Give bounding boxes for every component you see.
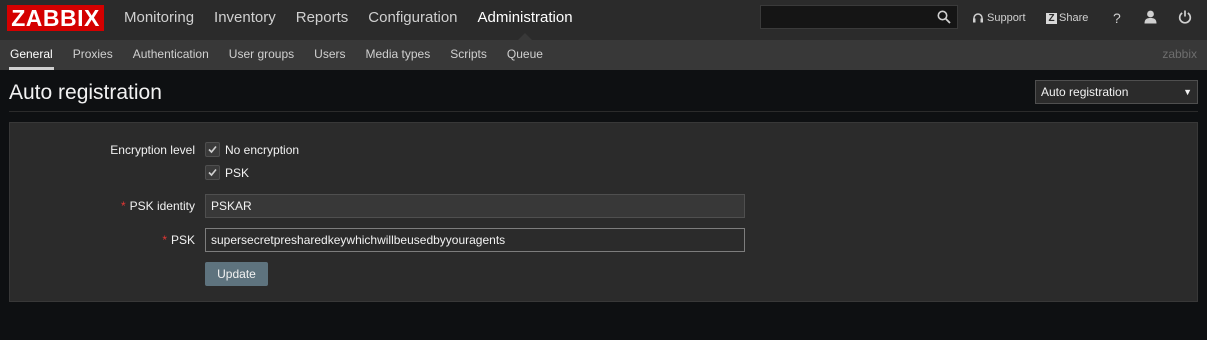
page-title: Auto registration	[9, 81, 162, 104]
sub-menu: General Proxies Authentication User grou…	[0, 40, 553, 70]
sub-menu-media-types[interactable]: Media types	[356, 40, 441, 70]
psk-identity-label-text: PSK identity	[129, 199, 195, 213]
top-navigation-bar: ZABBIX Monitoring Inventory Reports Conf…	[0, 0, 1207, 40]
required-mark: *	[162, 233, 167, 247]
checkmark-icon	[208, 168, 217, 177]
help-icon[interactable]: ?	[1113, 11, 1121, 25]
sub-menu-general[interactable]: General	[0, 40, 63, 70]
main-menu-inventory[interactable]: Inventory	[204, 0, 286, 40]
server-name: zabbix	[1162, 47, 1197, 61]
sub-menu-authentication[interactable]: Authentication	[123, 40, 219, 70]
no-encryption-label[interactable]: No encryption	[225, 142, 299, 158]
search-icon[interactable]	[937, 10, 951, 24]
support-label: Support	[987, 12, 1026, 24]
page-selector-dropdown[interactable]: Auto registration ▼	[1035, 80, 1198, 104]
share-link[interactable]: Z Share	[1046, 11, 1088, 25]
main-menu-administration[interactable]: Administration	[468, 0, 583, 40]
sub-menu-user-groups[interactable]: User groups	[219, 40, 304, 70]
sub-menu-users[interactable]: Users	[304, 40, 355, 70]
main-menu-monitoring[interactable]: Monitoring	[114, 0, 204, 40]
psk-checkbox[interactable]	[205, 165, 220, 180]
update-button[interactable]: Update	[205, 262, 268, 286]
share-label: Share	[1059, 12, 1089, 24]
user-profile-icon[interactable]	[1144, 10, 1157, 24]
search-input[interactable]	[761, 6, 931, 28]
sub-menu-scripts[interactable]: Scripts	[440, 40, 497, 70]
psk-label-text: PSK	[170, 233, 195, 247]
sign-out-icon[interactable]	[1178, 10, 1192, 24]
sub-menu-proxies[interactable]: Proxies	[63, 40, 123, 70]
sub-menu-queue[interactable]: Queue	[497, 40, 553, 70]
title-divider	[9, 111, 1198, 112]
psk-checkbox-label[interactable]: PSK	[225, 165, 249, 181]
caret-down-icon: ▼	[1183, 87, 1192, 97]
main-menu-configuration[interactable]: Configuration	[358, 0, 467, 40]
share-icon: Z	[1046, 12, 1057, 24]
psk-identity-label: * PSK identity	[60, 198, 195, 214]
sub-navigation-bar: General Proxies Authentication User grou…	[0, 40, 1207, 70]
main-menu-reports[interactable]: Reports	[286, 0, 359, 40]
main-menu: Monitoring Inventory Reports Configurati…	[114, 0, 583, 40]
page-selector-value: Auto registration	[1041, 85, 1129, 99]
no-encryption-checkbox[interactable]	[205, 142, 220, 157]
zabbix-logo[interactable]: ZABBIX	[7, 5, 104, 31]
psk-input[interactable]	[205, 228, 745, 252]
encryption-level-label: Encryption level	[110, 143, 195, 157]
search-box	[760, 5, 958, 29]
psk-label: * PSK	[60, 232, 195, 248]
psk-identity-input[interactable]	[205, 194, 745, 218]
required-mark: *	[120, 199, 126, 213]
support-link[interactable]: Support	[972, 11, 1026, 25]
checkmark-icon	[208, 145, 217, 154]
headset-icon	[973, 13, 983, 23]
